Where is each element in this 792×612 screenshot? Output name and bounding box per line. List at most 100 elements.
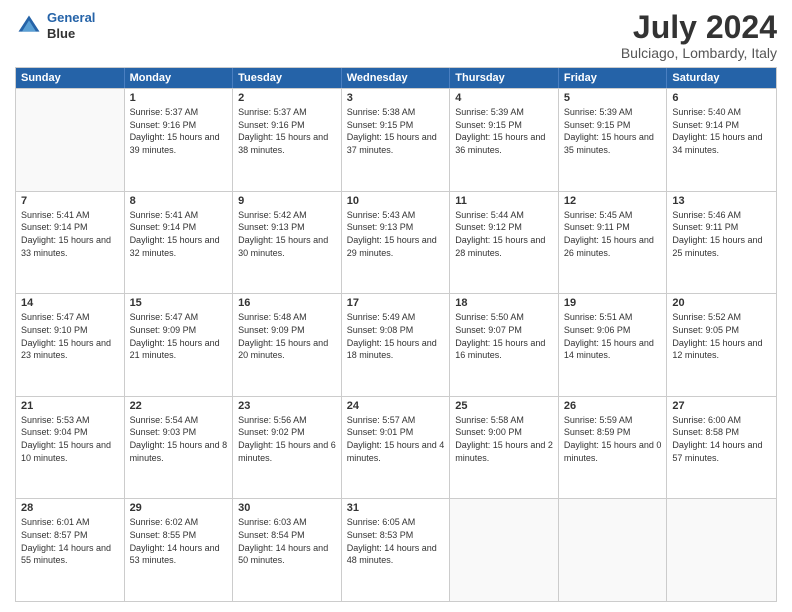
cell-info: Sunrise: 5:47 AMSunset: 9:09 PMDaylight:… xyxy=(130,311,228,361)
calendar-cell: 18Sunrise: 5:50 AMSunset: 9:07 PMDayligh… xyxy=(450,294,559,396)
calendar-cell xyxy=(667,499,776,601)
calendar-cell: 11Sunrise: 5:44 AMSunset: 9:12 PMDayligh… xyxy=(450,192,559,294)
location: Bulciago, Lombardy, Italy xyxy=(621,45,777,61)
calendar-cell: 27Sunrise: 6:00 AMSunset: 8:58 PMDayligh… xyxy=(667,397,776,499)
cell-info: Sunrise: 5:40 AMSunset: 9:14 PMDaylight:… xyxy=(672,106,771,156)
cell-info: Sunrise: 5:44 AMSunset: 9:12 PMDaylight:… xyxy=(455,209,553,259)
cell-date: 7 xyxy=(21,195,119,207)
cell-date: 22 xyxy=(130,400,228,412)
page: General Blue July 2024 Bulciago, Lombard… xyxy=(0,0,792,612)
cell-info: Sunrise: 5:57 AMSunset: 9:01 PMDaylight:… xyxy=(347,414,445,464)
cell-date: 1 xyxy=(130,92,228,104)
cell-info: Sunrise: 5:39 AMSunset: 9:15 PMDaylight:… xyxy=(455,106,553,156)
calendar-row-4: 21Sunrise: 5:53 AMSunset: 9:04 PMDayligh… xyxy=(16,396,776,499)
calendar-row-5: 28 Sunrise: 6:01 AMSunset: 8:57 PMDayligh… xyxy=(16,498,776,601)
cell-info: Sunrise: 5:43 AMSunset: 9:13 PMDaylight:… xyxy=(347,209,445,259)
cell-info: Sunrise: 5:41 AMSunset: 9:14 PMDaylight:… xyxy=(21,209,119,259)
calendar-cell: 29Sunrise: 6:02 AMSunset: 8:55 PMDayligh… xyxy=(125,499,234,601)
calendar-cell: 25 Sunrise: 5:58 AMSunset: 9:00 PMDayligh… xyxy=(450,397,559,499)
cell-date: 18 xyxy=(455,297,553,309)
calendar-cell: 17Sunrise: 5:49 AMSunset: 9:08 PMDayligh… xyxy=(342,294,451,396)
cell-date: 5 xyxy=(564,92,662,104)
cell-date: 31 xyxy=(347,502,445,514)
header-day-friday: Friday xyxy=(559,68,668,88)
cell-info: Sunrise: 5:47 AMSunset: 9:10 PMDaylight:… xyxy=(21,311,119,361)
cell-date: 9 xyxy=(238,195,336,207)
month-year: July 2024 xyxy=(621,10,777,45)
calendar-cell: 24 Sunrise: 5:57 AMSunset: 9:01 PMDayligh… xyxy=(342,397,451,499)
calendar-cell: 9 Sunrise: 5:42 AMSunset: 9:13 PMDaylight… xyxy=(233,192,342,294)
cell-info: Sunrise: 5:42 AMSunset: 9:13 PMDaylight:… xyxy=(238,209,336,259)
calendar-body: 1 Sunrise: 5:37 AMSunset: 9:16 PMDaylight… xyxy=(16,88,776,601)
cell-info: Sunrise: 5:37 AMSunset: 9:16 PMDaylight:… xyxy=(130,106,228,156)
cell-info: Sunrise: 5:38 AMSunset: 9:15 PMDaylight:… xyxy=(347,106,445,156)
cell-info: Sunrise: 5:54 AMSunset: 9:03 PMDaylight:… xyxy=(130,414,228,464)
cell-date: 28 xyxy=(21,502,119,514)
calendar-cell: 1 Sunrise: 5:37 AMSunset: 9:16 PMDaylight… xyxy=(125,89,234,191)
logo-line2: Blue xyxy=(47,26,95,42)
cell-date: 30 xyxy=(238,502,336,514)
calendar-cell xyxy=(450,499,559,601)
calendar-header: SundayMondayTuesdayWednesdayThursdayFrid… xyxy=(16,68,776,88)
title-block: July 2024 Bulciago, Lombardy, Italy xyxy=(621,10,777,61)
header: General Blue July 2024 Bulciago, Lombard… xyxy=(15,10,777,61)
cell-date: 16 xyxy=(238,297,336,309)
calendar-cell: 5 Sunrise: 5:39 AMSunset: 9:15 PMDaylight… xyxy=(559,89,668,191)
calendar-cell: 2Sunrise: 5:37 AMSunset: 9:16 PMDaylight… xyxy=(233,89,342,191)
calendar-cell: 10Sunrise: 5:43 AMSunset: 9:13 PMDayligh… xyxy=(342,192,451,294)
header-day-wednesday: Wednesday xyxy=(342,68,451,88)
calendar-cell: 4 Sunrise: 5:39 AMSunset: 9:15 PMDaylight… xyxy=(450,89,559,191)
cell-date: 4 xyxy=(455,92,553,104)
cell-info: Sunrise: 6:00 AMSunset: 8:58 PMDaylight:… xyxy=(672,414,771,464)
cell-date: 25 xyxy=(455,400,553,412)
header-day-thursday: Thursday xyxy=(450,68,559,88)
cell-info: Sunrise: 5:49 AMSunset: 9:08 PMDaylight:… xyxy=(347,311,445,361)
cell-date: 21 xyxy=(21,400,119,412)
logo: General Blue xyxy=(15,10,95,41)
logo-text: General Blue xyxy=(47,10,95,41)
calendar-cell: 13 Sunrise: 5:46 AMSunset: 9:11 PMDayligh… xyxy=(667,192,776,294)
cell-date: 6 xyxy=(672,92,771,104)
calendar-cell: 6 Sunrise: 5:40 AMSunset: 9:14 PMDaylight… xyxy=(667,89,776,191)
calendar-cell xyxy=(559,499,668,601)
cell-info: Sunrise: 5:39 AMSunset: 9:15 PMDaylight:… xyxy=(564,106,662,156)
cell-info: Sunrise: 5:58 AMSunset: 9:00 PMDaylight:… xyxy=(455,414,553,464)
cell-info: Sunrise: 6:02 AMSunset: 8:55 PMDaylight:… xyxy=(130,516,228,566)
calendar-cell: 28 Sunrise: 6:01 AMSunset: 8:57 PMDayligh… xyxy=(16,499,125,601)
cell-date: 26 xyxy=(564,400,662,412)
cell-date: 24 xyxy=(347,400,445,412)
calendar-cell: 14 Sunrise: 5:47 AMSunset: 9:10 PMDayligh… xyxy=(16,294,125,396)
calendar-cell: 21Sunrise: 5:53 AMSunset: 9:04 PMDayligh… xyxy=(16,397,125,499)
cell-date: 3 xyxy=(347,92,445,104)
header-day-tuesday: Tuesday xyxy=(233,68,342,88)
cell-info: Sunrise: 6:01 AMSunset: 8:57 PMDaylight:… xyxy=(21,516,119,566)
calendar-row-1: 1 Sunrise: 5:37 AMSunset: 9:16 PMDaylight… xyxy=(16,88,776,191)
calendar-cell: 19Sunrise: 5:51 AMSunset: 9:06 PMDayligh… xyxy=(559,294,668,396)
cell-info: Sunrise: 5:48 AMSunset: 9:09 PMDaylight:… xyxy=(238,311,336,361)
cell-info: Sunrise: 5:37 AMSunset: 9:16 PMDaylight:… xyxy=(238,106,336,156)
cell-info: Sunrise: 5:46 AMSunset: 9:11 PMDaylight:… xyxy=(672,209,771,259)
cell-info: Sunrise: 5:52 AMSunset: 9:05 PMDaylight:… xyxy=(672,311,771,361)
cell-date: 15 xyxy=(130,297,228,309)
calendar-cell: 31Sunrise: 6:05 AMSunset: 8:53 PMDayligh… xyxy=(342,499,451,601)
cell-info: Sunrise: 5:59 AMSunset: 8:59 PMDaylight:… xyxy=(564,414,662,464)
cell-info: Sunrise: 5:45 AMSunset: 9:11 PMDaylight:… xyxy=(564,209,662,259)
calendar-cell: 8Sunrise: 5:41 AMSunset: 9:14 PMDaylight… xyxy=(125,192,234,294)
cell-date: 13 xyxy=(672,195,771,207)
cell-info: Sunrise: 6:03 AMSunset: 8:54 PMDaylight:… xyxy=(238,516,336,566)
calendar-cell: 23 Sunrise: 5:56 AMSunset: 9:02 PMDayligh… xyxy=(233,397,342,499)
calendar: SundayMondayTuesdayWednesdayThursdayFrid… xyxy=(15,67,777,602)
calendar-cell xyxy=(16,89,125,191)
calendar-cell: 15 Sunrise: 5:47 AMSunset: 9:09 PMDayligh… xyxy=(125,294,234,396)
cell-date: 12 xyxy=(564,195,662,207)
calendar-cell: 30 Sunrise: 6:03 AMSunset: 8:54 PMDayligh… xyxy=(233,499,342,601)
cell-date: 14 xyxy=(21,297,119,309)
logo-icon xyxy=(15,12,43,40)
cell-date: 23 xyxy=(238,400,336,412)
calendar-row-2: 7 Sunrise: 5:41 AMSunset: 9:14 PMDaylight… xyxy=(16,191,776,294)
cell-info: Sunrise: 5:56 AMSunset: 9:02 PMDaylight:… xyxy=(238,414,336,464)
calendar-cell: 12 Sunrise: 5:45 AMSunset: 9:11 PMDayligh… xyxy=(559,192,668,294)
header-day-monday: Monday xyxy=(125,68,234,88)
calendar-cell: 26 Sunrise: 5:59 AMSunset: 8:59 PMDayligh… xyxy=(559,397,668,499)
cell-date: 19 xyxy=(564,297,662,309)
